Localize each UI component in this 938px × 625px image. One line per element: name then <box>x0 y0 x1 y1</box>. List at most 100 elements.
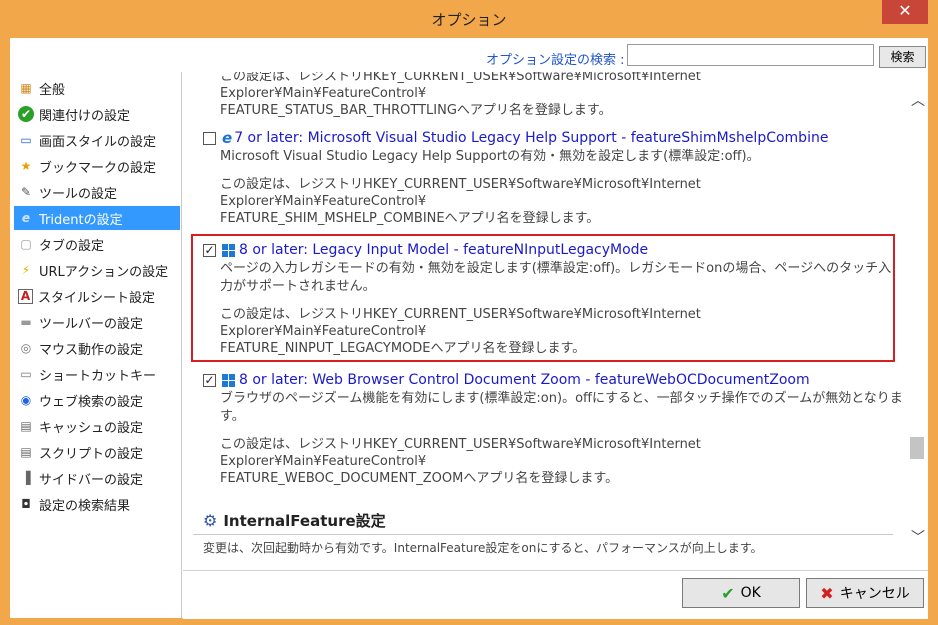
screen-style-icon: ▭ <box>20 133 32 147</box>
sidebar-item-cache[interactable]: ▤ キャッシュの設定 <box>14 414 180 438</box>
section-description: 変更は、次回起動時から有効です。InternalFeature設定をonにすると… <box>203 541 763 555</box>
sidebar-item-general[interactable]: ▦ 全般 <box>14 76 180 100</box>
sidebar-item-association[interactable]: ✔ 関連付けの設定 <box>14 102 180 126</box>
sidebar-item-label: 関連付けの設定 <box>39 108 131 124</box>
registry-text: この設定は、レジストリHKEY_CURRENT_USER¥Software¥Mi… <box>220 436 903 487</box>
sidebar-item-toolbar[interactable]: ▬ ツールバーの設定 <box>14 310 180 334</box>
setting-entry: ✓ 8 or later: Legacy Input Model - featu… <box>203 240 903 357</box>
keyboard-icon: ▭ <box>20 367 32 381</box>
sidebar-item-screen-style[interactable]: ▭ 画面スタイルの設定 <box>14 128 180 152</box>
entry-fragment: この設定は、レジストリHKEY_CURRENT_USER¥Software¥Mi… <box>203 72 903 119</box>
sidebar-item-label: キャッシュの設定 <box>39 420 144 436</box>
close-icon: ✕ <box>898 1 912 20</box>
setting-title[interactable]: 8 or later: Web Browser Control Document… <box>239 372 810 388</box>
sidebar-item-script[interactable]: ▤ スクリプトの設定 <box>14 440 180 464</box>
lightning-icon: ⚡ <box>21 263 31 277</box>
sidebar-item-label: Tridentの設定 <box>39 212 123 228</box>
checkmark-icon: ✔ <box>721 583 735 603</box>
ie-icon: e <box>21 211 31 225</box>
sidebar-item-search-results[interactable]: ◘ 設定の検索結果 <box>14 492 180 516</box>
close-button[interactable]: ✕ <box>882 0 928 24</box>
sidebar-item-sidebar[interactable]: ▐ サイドバーの設定 <box>14 466 180 490</box>
window-title: オプション <box>431 11 507 29</box>
tool-icon: ✎ <box>20 185 32 199</box>
association-icon: ✔ <box>18 106 34 122</box>
button-bar: ✔ OK ✖ キャンセル <box>183 570 928 619</box>
setting-description: ページの入力レガシモードの有効・無効を設定します(標準設定:off)。レガシモー… <box>220 261 892 294</box>
sidebar-item-web-search[interactable]: ◉ ウェブ検索の設定 <box>14 388 180 412</box>
sidebar-item-tool[interactable]: ✎ ツールの設定 <box>14 180 180 204</box>
sidebar-item-label: URLアクションの設定 <box>39 264 169 280</box>
setting-checkbox[interactable]: ✓ <box>203 243 216 257</box>
setting-checkbox[interactable] <box>203 131 216 145</box>
setting-checkbox[interactable]: ✓ <box>203 373 216 387</box>
search-row: オプション設定の検索 : 検索 <box>10 38 928 72</box>
registry-line: この設定は、レジストリHKEY_CURRENT_USER¥Software¥Mi… <box>220 437 701 452</box>
section-title: InternalFeature設定 <box>223 512 386 530</box>
sidebar: ▦ 全般 ✔ 関連付けの設定 ▭ 画面スタイルの設定 ★ ブックマークの設定 ✎… <box>10 72 182 618</box>
setting-entry: e 7 or later: Microsoft Visual Studio Le… <box>203 128 903 227</box>
ok-label: OK <box>740 585 761 601</box>
chevron-up-icon[interactable]: ︿ <box>910 90 926 109</box>
web-search-icon: ◉ <box>20 393 32 407</box>
setting-title-row: ✓ 8 or later: Web Browser Control Docume… <box>203 370 903 390</box>
search-input[interactable] <box>627 44 874 66</box>
ie-icon: e <box>222 129 233 147</box>
ok-button[interactable]: ✔ OK <box>682 578 800 608</box>
cancel-button[interactable]: ✖ キャンセル <box>806 578 924 608</box>
setting-title[interactable]: 7 or later: Microsoft Visual Studio Lega… <box>234 130 828 146</box>
sidebar-item-label: ツールバーの設定 <box>39 316 144 332</box>
sidebar-item-url-action[interactable]: ⚡ URLアクションの設定 <box>14 258 180 282</box>
sidebar-item-label: タブの設定 <box>39 238 105 254</box>
registry-line: Explorer¥Main¥FeatureControl¥ <box>220 454 427 469</box>
sidebar-item-label: ブックマークの設定 <box>39 160 157 176</box>
script-icon: ▤ <box>20 445 32 459</box>
sidebar-item-label: ツールの設定 <box>39 186 118 202</box>
sidebar-icon: ▐ <box>21 471 31 485</box>
sidebar-item-shortcut[interactable]: ▭ ショートカットキー <box>14 362 180 386</box>
setting-title[interactable]: 8 or later: Legacy Input Model - feature… <box>239 242 648 258</box>
sidebar-item-mouse[interactable]: ◎ マウス動作の設定 <box>14 336 180 360</box>
sidebar-item-label: ウェブ検索の設定 <box>39 394 144 410</box>
windows-icon <box>222 243 235 257</box>
cancel-label: キャンセル <box>839 586 910 602</box>
registry-text: この設定は、レジストリHKEY_CURRENT_USER¥Software¥Mi… <box>220 176 903 227</box>
settings-content: この設定は、レジストリHKEY_CURRENT_USER¥Software¥Mi… <box>183 72 907 570</box>
search-button[interactable]: 検索 <box>879 46 926 68</box>
binoculars-icon: ◘ <box>21 497 31 511</box>
sidebar-item-label: スタイルシート設定 <box>38 290 156 306</box>
registry-line: FEATURE_STATUS_BAR_THROTTLINGへアプリ名を登録します… <box>220 103 612 118</box>
registry-line: FEATURE_SHIM_MSHELP_COMBINEへアプリ名を登録します。 <box>220 211 600 226</box>
sidebar-item-label: 画面スタイルの設定 <box>39 134 157 150</box>
sidebar-item-label: 設定の検索結果 <box>39 498 131 514</box>
content-scrollbar[interactable]: ︿ ﹀ <box>907 72 928 570</box>
sidebar-item-tab[interactable]: ▢ タブの設定 <box>14 232 180 256</box>
scrollbar-thumb[interactable] <box>910 437 924 459</box>
mouse-icon: ◎ <box>20 341 32 355</box>
sidebar-item-stylesheet[interactable]: A スタイルシート設定 <box>14 284 180 308</box>
registry-line: Explorer¥Main¥FeatureControl¥ <box>220 86 427 101</box>
sidebar-item-label: スクリプトの設定 <box>39 446 144 462</box>
registry-text: この設定は、レジストリHKEY_CURRENT_USER¥Software¥Mi… <box>220 306 903 357</box>
registry-text: この設定は、レジストリHKEY_CURRENT_USER¥Software¥Mi… <box>220 72 903 119</box>
stylesheet-icon: A <box>18 288 33 304</box>
options-window: オプション ✕ オプション設定の検索 : 検索 ▦ 全般 ✔ 関連付けの設定 ▭… <box>0 0 938 625</box>
chevron-down-icon[interactable]: ﹀ <box>910 527 926 546</box>
bookmark-star-icon: ★ <box>20 159 32 173</box>
setting-entry: ✓ 8 or later: Web Browser Control Docume… <box>203 370 903 487</box>
sidebar-item-trident[interactable]: e Tridentの設定 <box>14 206 180 230</box>
sidebar-item-label: サイドバーの設定 <box>39 472 144 488</box>
client-area: オプション設定の検索 : 検索 ▦ 全般 ✔ 関連付けの設定 ▭ 画面スタイルの… <box>10 38 928 619</box>
title-bar[interactable]: オプション ✕ <box>0 0 938 38</box>
setting-title-row: e 7 or later: Microsoft Visual Studio Le… <box>203 128 903 148</box>
windows-icon <box>222 373 235 387</box>
cache-icon: ▤ <box>20 419 32 433</box>
registry-line: Explorer¥Main¥FeatureControl¥ <box>220 324 427 339</box>
sidebar-item-label: マウス動作の設定 <box>39 342 144 358</box>
sidebar-item-bookmark[interactable]: ★ ブックマークの設定 <box>14 154 180 178</box>
gear-icon: ⚙ <box>203 511 218 530</box>
section-divider <box>193 534 893 535</box>
sidebar-item-label: ショートカットキー <box>39 368 157 384</box>
sidebar-item-label: 全般 <box>39 82 66 98</box>
toolbar-icon: ▬ <box>20 315 32 329</box>
